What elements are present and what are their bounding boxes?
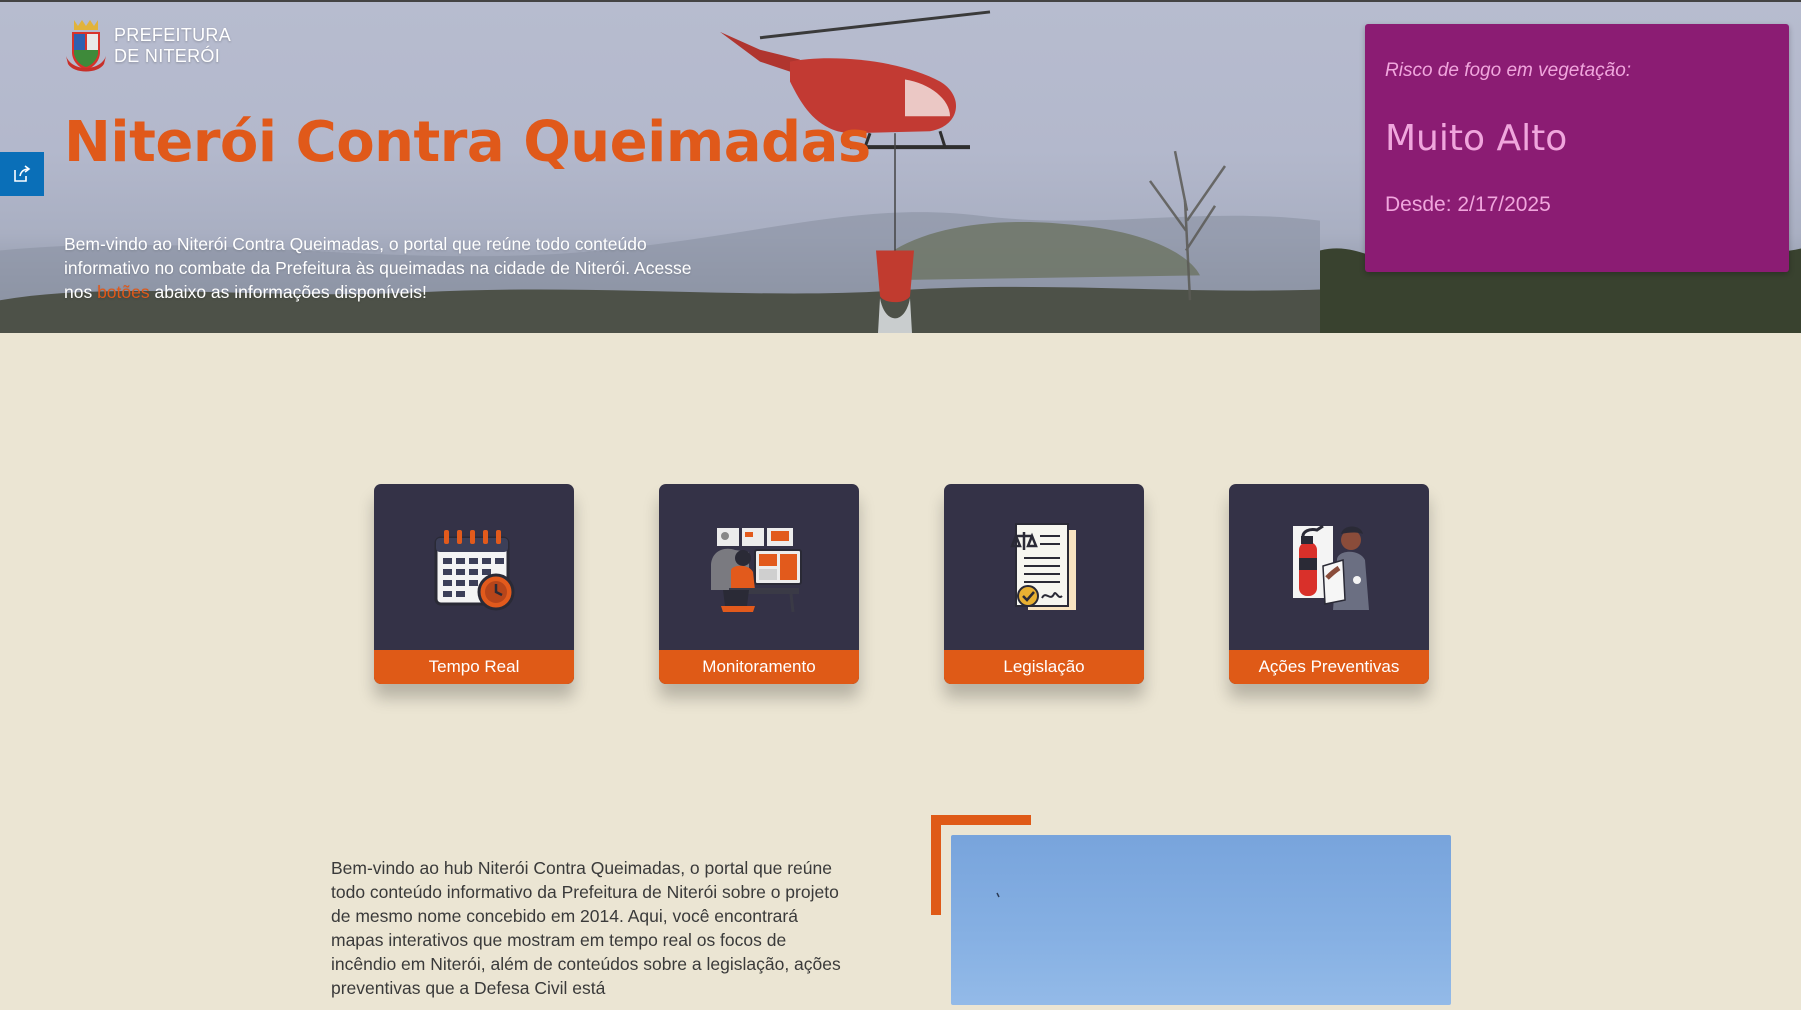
share-button[interactable]	[0, 152, 44, 196]
card-label-monitoramento: Monitoramento	[659, 650, 859, 684]
fire-risk-card: Risco de fogo em vegetação: Muito Alto D…	[1365, 24, 1789, 272]
bird-icon	[996, 892, 1000, 898]
card-tempo-real[interactable]: Tempo Real	[374, 484, 574, 684]
card-label-acoes-preventivas: Ações Preventivas	[1229, 650, 1429, 684]
hero-banner: PREFEITURA DE NITERÓI Niterói Contra Que…	[0, 0, 1801, 333]
prefeitura-logo[interactable]: PREFEITURA DE NITERÓI	[64, 18, 231, 74]
monitoring-desk-icon	[711, 528, 802, 613]
fire-risk-label: Risco de fogo em vegetação:	[1385, 60, 1632, 81]
coat-of-arms-icon	[66, 20, 106, 72]
about-paragraph: Bem-vindo ao hub Niterói Contra Queimada…	[331, 858, 841, 998]
legal-document-icon	[1010, 523, 1076, 610]
card-legislacao[interactable]: Legislação	[944, 484, 1144, 684]
fire-extinguisher-icon	[1293, 524, 1369, 610]
fire-risk-since-date: Desde: 2/17/2025	[1385, 193, 1551, 216]
card-acoes-preventivas[interactable]: Ações Preventivas	[1229, 484, 1429, 684]
card-label-tempo-real: Tempo Real	[374, 650, 574, 684]
intro-text-part-2: abaixo as informações disponíveis!	[149, 281, 427, 302]
share-icon	[14, 165, 31, 182]
calendar-clock-icon	[434, 530, 515, 611]
intro-highlight-link: botões	[97, 281, 150, 302]
logo-wordmark: PREFEITURA DE NITERÓI	[114, 25, 231, 67]
card-label-legislacao: Legislação	[944, 650, 1144, 684]
page-title: Niterói Contra Queimadas	[64, 110, 871, 175]
about-image	[951, 835, 1451, 1005]
navigation-cards: Tempo Real Monitoramento Legislação Açõe…	[0, 484, 1801, 684]
card-monitoramento[interactable]: Monitoramento	[659, 484, 859, 684]
hero-intro-text: Bem-vindo ao Niterói Contra Queimadas, o…	[64, 232, 704, 304]
logo-line-1: PREFEITURA	[114, 25, 232, 45]
logo-line-2: DE NITERÓI	[114, 46, 221, 66]
fire-risk-level: Muito Alto	[1385, 118, 1568, 159]
